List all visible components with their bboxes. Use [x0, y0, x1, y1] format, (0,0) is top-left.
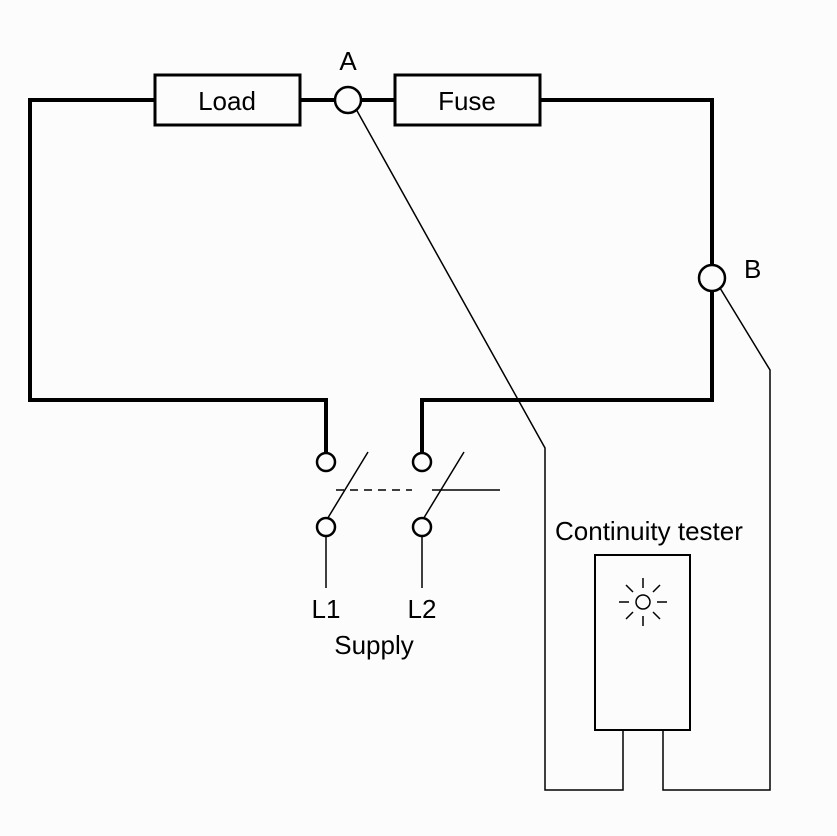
supply-l1-label: L1 [312, 594, 341, 624]
terminal-b-label: B [744, 254, 761, 284]
terminal-a-label: A [339, 46, 357, 76]
fuse-label: Fuse [438, 86, 496, 116]
terminal-b [699, 265, 725, 291]
circuit-diagram: Load Fuse A B L1 L2 Supply Cont [0, 0, 837, 836]
supply-l2-label: L2 [408, 594, 437, 624]
switch-l1-bot [317, 518, 335, 536]
probe-lead-a [356, 109, 623, 790]
switch-l2-top [413, 453, 431, 471]
load-label: Load [198, 86, 256, 116]
tester-label: Continuity tester [555, 516, 743, 546]
terminal-a [335, 87, 361, 113]
supply-label: Supply [334, 630, 414, 660]
switch-l2-bot [413, 518, 431, 536]
switch-l1-top [317, 453, 335, 471]
